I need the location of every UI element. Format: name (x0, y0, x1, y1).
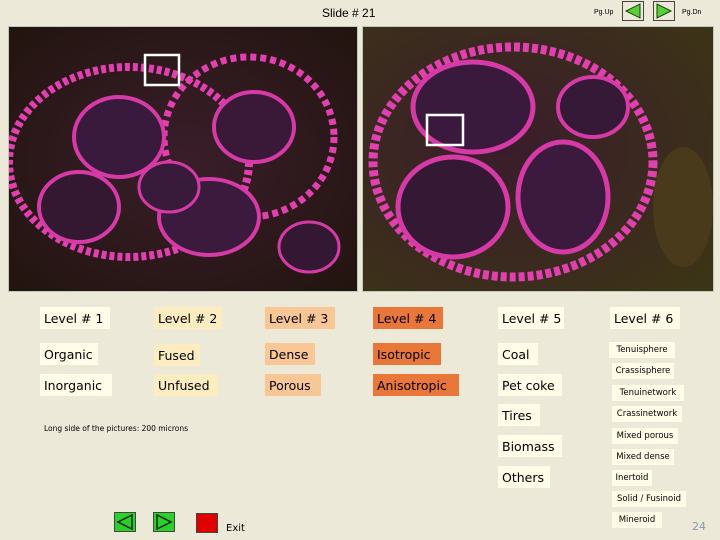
level-4-item-isotropic[interactable]: Isotropic (373, 343, 441, 365)
page-number: 24 (692, 520, 706, 533)
level-1-header: Level # 1 (40, 307, 110, 329)
prev-button[interactable] (114, 512, 136, 532)
level-3-item-porous[interactable]: Porous (265, 374, 321, 396)
left-triangle-icon (116, 514, 133, 530)
slide-title: Slide # 21 (322, 6, 376, 20)
level-5-item-coal[interactable]: Coal (498, 343, 538, 365)
scale-caption: Long side of the pictures: 200 microns (44, 424, 188, 433)
level-3-item-dense[interactable]: Dense (265, 343, 315, 365)
level-6-item-crassinetwork[interactable]: Crassinetwork (612, 406, 682, 422)
level-5-item-pet-coke[interactable]: Pet coke (498, 374, 562, 396)
level-6-header: Level # 6 (610, 307, 680, 329)
level-6-item-mixed-porous[interactable]: Mixed porous (612, 428, 678, 444)
level-6-item-mixed-dense[interactable]: Mixed dense (612, 449, 674, 465)
level-6-item-crassisphere[interactable]: Crassisphere (612, 363, 674, 379)
micrograph-right-image (363, 27, 713, 291)
level-4-header: Level # 4 (373, 307, 443, 329)
level-1-item-inorganic[interactable]: Inorganic (40, 374, 112, 396)
next-button[interactable] (153, 512, 175, 532)
exit-label: Exit (226, 523, 245, 534)
level-2-item-fused[interactable]: Fused (154, 344, 200, 366)
pgdn-label: Pg.Dn (682, 9, 702, 16)
level-5-item-others[interactable]: Others (498, 466, 550, 488)
level-5-item-tires[interactable]: Tires (498, 404, 540, 426)
level-6-item-tenuisphere[interactable]: Tenuisphere (609, 342, 675, 358)
level-5-item-biomass[interactable]: Biomass (498, 435, 562, 457)
level-2-item-unfused[interactable]: Unfused (154, 374, 218, 396)
micrograph-left-image (9, 27, 357, 291)
level-6-item-solid-fusinoid[interactable]: Solid / Fusinoid (612, 491, 686, 507)
level-5-header: Level # 5 (498, 307, 564, 329)
level-4-item-anisotropic[interactable]: Anisotropic (373, 374, 459, 396)
micrograph-left (8, 26, 358, 292)
pgup-button[interactable] (622, 1, 644, 21)
exit-button[interactable] (196, 513, 218, 533)
level-2-header: Level # 2 (154, 307, 222, 329)
level-6-item-inertoid[interactable]: Inertoid (612, 470, 652, 486)
level-3-header: Level # 3 (265, 307, 335, 329)
pgup-label: Pg.Up (594, 9, 614, 16)
pgdn-button[interactable] (653, 1, 675, 21)
level-1-item-organic[interactable]: Organic (40, 343, 98, 365)
right-triangle-icon (156, 514, 173, 530)
level-6-item-mineroid[interactable]: Mineroid (612, 512, 662, 528)
left-triangle-icon (624, 3, 641, 19)
micrograph-right (362, 26, 714, 292)
level-6-item-tenuinetwork[interactable]: Tenuinetwork (612, 385, 684, 401)
right-triangle-icon (656, 3, 673, 19)
